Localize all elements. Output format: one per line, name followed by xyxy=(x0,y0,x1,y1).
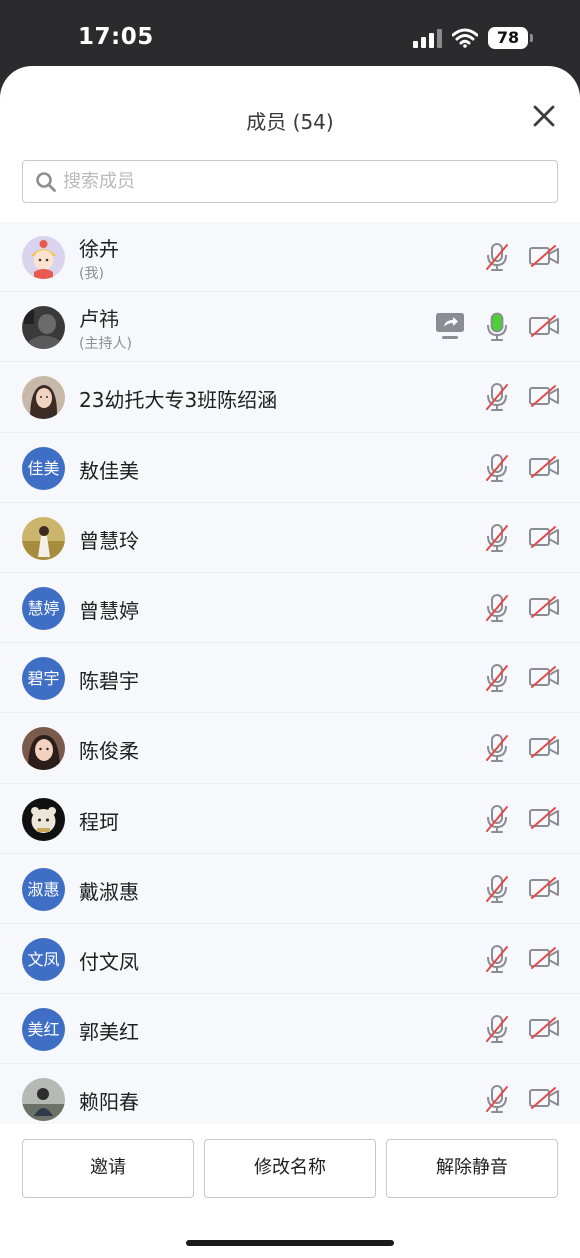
member-name: 23幼托大专3班陈绍涵 xyxy=(79,388,278,413)
page-title: 成员 (54) xyxy=(246,110,334,134)
member-row[interactable]: 徐卉 (我) xyxy=(0,222,580,293)
member-name: 敖佳美 xyxy=(79,458,139,483)
member-row[interactable]: 碧宇 陈碧宇 xyxy=(0,643,580,714)
avatar xyxy=(22,797,65,841)
member-list: 徐卉 (我) 卢祎 (主持人) 23幼托大专3班陈绍涵 佳美 敖佳美 曾慧玲 慧婷 曾慧婷 碧宇 陈碧… xyxy=(0,222,580,1124)
mic-muted-icon[interactable] xyxy=(484,242,510,272)
cellular-signal-icon xyxy=(413,28,442,48)
member-name: 陈碧宇 xyxy=(79,669,139,694)
member-row[interactable]: 曾慧玲 xyxy=(0,503,580,573)
unmute-button[interactable]: 解除静音 xyxy=(386,1139,558,1198)
member-name: 徐卉 xyxy=(79,237,119,261)
avatar: 碧宇 xyxy=(22,657,65,701)
mic-muted-icon[interactable] xyxy=(484,733,510,763)
search-input[interactable] xyxy=(63,171,543,192)
mic-muted-icon[interactable] xyxy=(484,944,510,974)
search-icon xyxy=(36,171,56,192)
avatar: 文凤 xyxy=(22,937,65,981)
avatar: 淑惠 xyxy=(22,867,65,911)
member-name: 赖阳春 xyxy=(79,1090,139,1115)
mic-muted-icon[interactable] xyxy=(484,1014,510,1044)
member-row[interactable]: 淑惠 戴淑惠 xyxy=(0,854,580,924)
camera-off-icon[interactable] xyxy=(528,735,560,759)
member-row[interactable]: 程珂 xyxy=(0,784,580,854)
member-row[interactable]: 23幼托大专3班陈绍涵 xyxy=(0,362,580,433)
mic-muted-icon[interactable] xyxy=(484,523,510,553)
close-icon[interactable] xyxy=(530,102,558,130)
home-indicator xyxy=(186,1240,394,1246)
camera-off-icon[interactable] xyxy=(528,1086,560,1110)
status-bar: 17:05 78 xyxy=(0,0,580,66)
camera-off-icon[interactable] xyxy=(528,244,560,268)
avatar: 美红 xyxy=(22,1008,65,1052)
mic-muted-icon[interactable] xyxy=(484,593,510,623)
member-row[interactable]: 卢祎 (主持人) xyxy=(0,292,580,363)
mic-muted-icon[interactable] xyxy=(484,804,510,834)
battery-icon: 78 xyxy=(488,27,533,49)
screen-share-icon[interactable] xyxy=(434,311,466,341)
member-name: 卢祎 xyxy=(79,307,119,332)
camera-off-icon[interactable] xyxy=(528,525,560,549)
search-bar[interactable] xyxy=(22,160,558,203)
mic-muted-icon[interactable] xyxy=(484,663,510,693)
camera-off-icon[interactable] xyxy=(528,314,560,338)
member-name: 程珂 xyxy=(79,809,119,834)
member-row[interactable]: 美红 郭美红 xyxy=(0,994,580,1065)
camera-off-icon[interactable] xyxy=(528,876,560,900)
bottom-action-bar: 邀请 修改名称 解除静音 xyxy=(0,1124,580,1258)
avatar xyxy=(22,1078,65,1122)
mic-active-icon[interactable] xyxy=(484,312,510,342)
avatar xyxy=(22,236,65,279)
member-name: 郭美红 xyxy=(79,1020,139,1045)
members-sheet: 成员 (54) 徐卉 (我) 卢祎 (主持人) 23幼托大专3班陈绍涵佳美敖佳美曾慧玲慧… xyxy=(0,66,580,1258)
avatar: 佳美 xyxy=(22,446,65,490)
member-row[interactable]: 慧婷 曾慧婷 xyxy=(0,573,580,644)
mic-muted-icon[interactable] xyxy=(484,453,510,483)
camera-off-icon[interactable] xyxy=(528,1016,560,1040)
camera-off-icon[interactable] xyxy=(528,806,560,830)
member-name: 曾慧玲 xyxy=(79,528,139,553)
avatar xyxy=(22,376,65,420)
member-name: 曾慧婷 xyxy=(79,598,139,623)
member-row[interactable]: 文凤 付文凤 xyxy=(0,924,580,995)
invite-button[interactable]: 邀请 xyxy=(22,1139,194,1198)
avatar xyxy=(22,306,65,350)
mic-muted-icon[interactable] xyxy=(484,382,510,412)
member-name: 戴淑惠 xyxy=(79,879,139,904)
wifi-icon xyxy=(452,28,478,48)
rename-button[interactable]: 修改名称 xyxy=(204,1139,376,1198)
mic-muted-icon[interactable] xyxy=(484,1084,510,1114)
mic-muted-icon[interactable] xyxy=(484,874,510,904)
camera-off-icon[interactable] xyxy=(528,946,560,970)
member-name: 付文凤 xyxy=(79,949,139,974)
avatar xyxy=(22,727,65,771)
camera-off-icon[interactable] xyxy=(528,595,560,619)
avatar: 慧婷 xyxy=(22,586,65,630)
camera-off-icon[interactable] xyxy=(528,384,560,408)
member-name: 陈俊柔 xyxy=(79,739,139,764)
avatar xyxy=(22,516,65,560)
status-time: 17:05 xyxy=(78,24,154,50)
camera-off-icon[interactable] xyxy=(528,665,560,689)
status-indicators: 78 xyxy=(413,26,533,50)
member-role: (我) xyxy=(79,266,104,282)
member-row[interactable]: 赖阳春 xyxy=(0,1064,580,1124)
member-row[interactable]: 陈俊柔 xyxy=(0,713,580,784)
member-role: (主持人) xyxy=(79,336,132,353)
camera-off-icon[interactable] xyxy=(528,455,560,479)
member-row[interactable]: 佳美 敖佳美 xyxy=(0,433,580,503)
